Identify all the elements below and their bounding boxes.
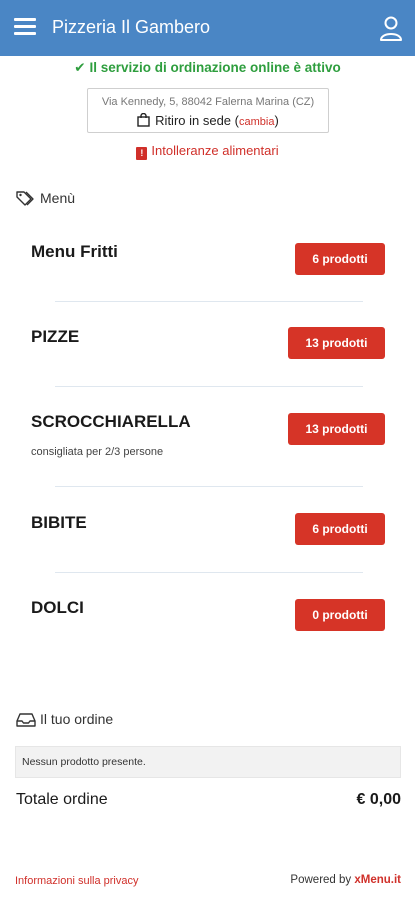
menu-category-dolci[interactable]: DOLCI 0 prodotti — [0, 585, 415, 655]
order-total-label: Totale ordine — [16, 791, 108, 808]
pickup-label: Ritiro in sede — [155, 113, 232, 128]
menu-category-scrocchiarella[interactable]: SCROCCHIARELLA consigliata per 2/3 perso… — [0, 400, 415, 485]
divider — [55, 486, 363, 487]
menu-category-menu-fritti[interactable]: Menu Fritti 6 prodotti — [0, 230, 415, 300]
category-count-button[interactable]: 13 prodotti — [288, 327, 385, 359]
category-name: SCROCCHIARELLA — [31, 412, 191, 431]
hamburger-menu-icon[interactable] — [14, 18, 36, 36]
category-count-button[interactable]: 6 prodotti — [295, 243, 385, 275]
service-status: ✔ Il servizio di ordinazione online è att… — [0, 60, 415, 76]
menu-category-pizze[interactable]: PIZZE 13 prodotti — [0, 315, 415, 385]
alert-icon: ! — [136, 147, 148, 160]
food-intolerances-label: Intolleranze alimentari — [151, 143, 279, 158]
powered-by: Powered by xMenu.it — [290, 874, 401, 886]
menu-section-heading: Menù — [16, 190, 75, 206]
xmenu-brand-link[interactable]: xMenu.it — [354, 874, 401, 886]
store-info-box: Via Kennedy, 5, 88042 Falerna Marina (CZ… — [87, 88, 329, 133]
privacy-link[interactable]: Informazioni sulla privacy — [15, 875, 139, 887]
category-count-button[interactable]: 13 prodotti — [288, 413, 385, 445]
change-pickup-link[interactable]: cambia — [239, 116, 274, 128]
divider — [55, 572, 363, 573]
category-count-button[interactable]: 0 prodotti — [295, 599, 385, 631]
checkmark-icon: ✔ — [74, 60, 86, 75]
order-total-value: € 0,00 — [356, 791, 401, 808]
shopping-bag-icon — [137, 113, 150, 127]
store-address: Via Kennedy, 5, 88042 Falerna Marina (CZ… — [101, 96, 315, 108]
tag-icon — [16, 191, 34, 206]
menu-category-bibite[interactable]: BIBITE 6 prodotti — [0, 500, 415, 570]
category-subtitle: consigliata per 2/3 persone — [31, 446, 164, 458]
pickup-mode: Ritiro in sede (cambia) — [88, 113, 328, 128]
top-app-bar: Pizzeria Il Gambero — [0, 0, 415, 56]
category-name: Menu Fritti — [31, 242, 118, 261]
divider — [55, 386, 363, 387]
inbox-tray-icon — [16, 713, 36, 727]
food-intolerances-link[interactable]: ! Intolleranze alimentari — [0, 143, 415, 160]
category-name: DOLCI — [31, 598, 84, 617]
powered-by-prefix: Powered by — [290, 874, 355, 886]
order-heading-text: Il tuo ordine — [40, 711, 114, 727]
user-icon[interactable] — [378, 15, 404, 41]
category-name: BIBITE — [31, 513, 87, 532]
service-status-text: Il servizio di ordinazione online è atti… — [89, 60, 341, 75]
menu-heading-text: Menù — [40, 190, 76, 206]
category-name: PIZZE — [31, 327, 80, 346]
app-title: Pizzeria Il Gambero — [52, 17, 211, 37]
order-section-heading: Il tuo ordine — [16, 711, 113, 727]
category-count-button[interactable]: 6 prodotti — [295, 513, 385, 545]
divider — [55, 301, 363, 302]
paren-close: ) — [274, 113, 279, 128]
order-empty-message: Nessun prodotto presente. — [15, 746, 401, 778]
